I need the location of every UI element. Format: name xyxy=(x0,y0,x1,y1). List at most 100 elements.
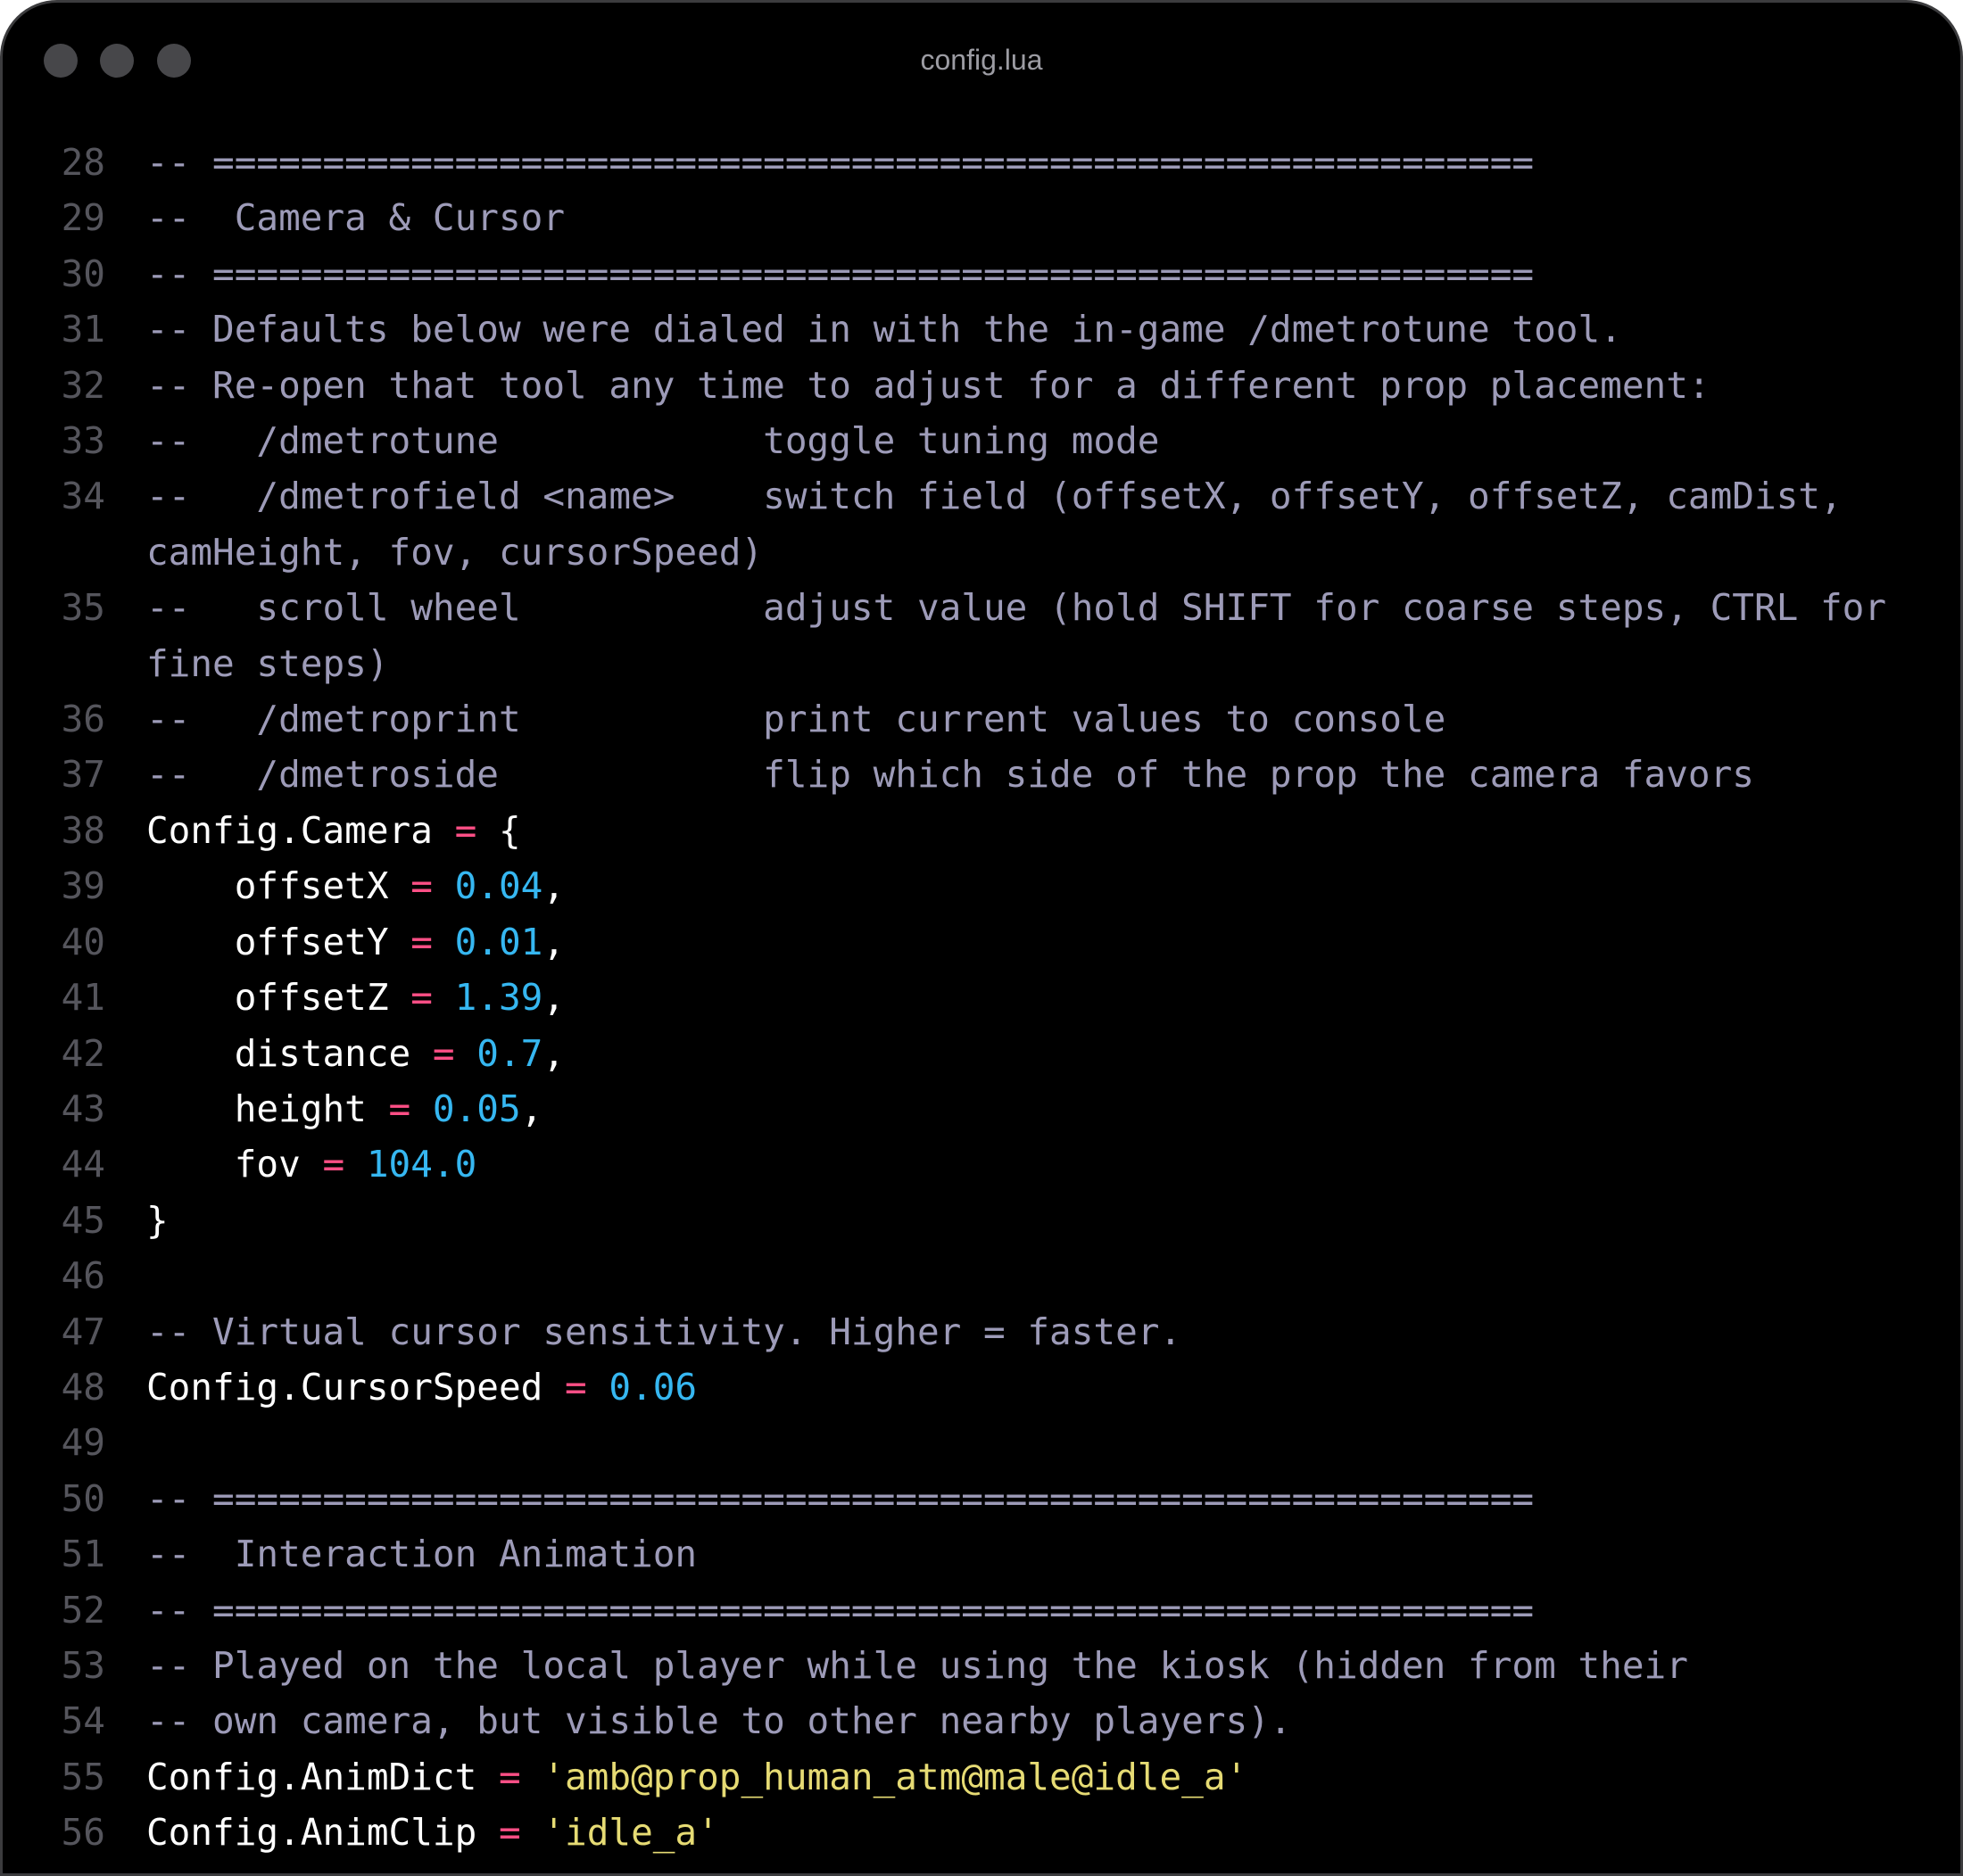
line-number: 45 xyxy=(61,1198,105,1242)
code-line[interactable]: 40 offsetY = 0.01, xyxy=(3,914,1960,970)
comment-text: -- /dmetrofield <name> switch field (off… xyxy=(146,475,1865,574)
line-number: 56 xyxy=(61,1811,105,1855)
line-number: 42 xyxy=(61,1031,105,1075)
code-line[interactable]: 35 -- scroll wheel adjust value (hold SHI… xyxy=(3,580,1960,691)
code-line[interactable]: 50 -- ===================================… xyxy=(3,1471,1960,1526)
code-line[interactable]: 42 distance = 0.7, xyxy=(3,1026,1960,1081)
operator-text: = xyxy=(432,1031,455,1075)
line-number: 38 xyxy=(61,808,105,852)
code-line[interactable]: 43 height = 0.05, xyxy=(3,1081,1960,1136)
code-line[interactable]: 31 -- Defaults below were dialed in with … xyxy=(3,302,1960,357)
number-literal: 0.01 xyxy=(454,920,543,963)
line-number: 44 xyxy=(61,1143,105,1186)
operator-text: = xyxy=(388,1087,411,1130)
code-line[interactable]: 54 -- own camera, but visible to other ne… xyxy=(3,1693,1960,1748)
line-content: Config.Camera = { xyxy=(146,803,1913,858)
punctuation-text: , xyxy=(543,976,566,1020)
line-number: 35 xyxy=(61,586,105,630)
code-line[interactable]: 41 offsetZ = 1.39, xyxy=(3,970,1960,1025)
line-number: 43 xyxy=(61,1087,105,1130)
code-line[interactable]: 47 -- Virtual cursor sensitivity. Higher … xyxy=(3,1304,1960,1359)
identifier-text: Config.CursorSpeed xyxy=(146,1365,565,1409)
code-line[interactable]: 39 offsetX = 0.04, xyxy=(3,858,1960,913)
punctuation-text xyxy=(344,1143,367,1186)
code-line[interactable]: 38 Config.Camera = { xyxy=(3,803,1960,858)
punctuation-text xyxy=(587,1366,609,1409)
comment-text: -- =====================================… xyxy=(146,252,1535,295)
line-content: -- =====================================… xyxy=(146,1471,1913,1526)
code-line[interactable]: 29 -- Camera & Cursor xyxy=(3,190,1960,245)
identifier-text: Config.Camera xyxy=(146,808,455,852)
line-content: -- Played on the local player while usin… xyxy=(146,1638,1913,1693)
line-number: 46 xyxy=(61,1254,105,1298)
operator-text: = xyxy=(498,1811,521,1855)
line-content: Config.CursorSpeed = 0.06 xyxy=(146,1359,1913,1415)
code-line[interactable]: 33 -- /dmetrotune toggle tuning mode xyxy=(3,413,1960,468)
line-number: 53 xyxy=(61,1643,105,1687)
line-content: -- /dmetroprint print current values to … xyxy=(146,691,1913,747)
comment-text: -- /dmetrotune toggle tuning mode xyxy=(146,419,1160,463)
identifier-text: fov xyxy=(146,1143,323,1186)
code-line[interactable]: 37 -- /dmetroside flip which side of the … xyxy=(3,747,1960,802)
operator-text: = xyxy=(454,808,477,852)
operator-text: = xyxy=(410,920,433,963)
line-content: distance = 0.7, xyxy=(146,1026,1913,1081)
punctuation-text: , xyxy=(543,1031,566,1075)
line-content: } xyxy=(146,1193,1913,1248)
line-content: Config.AnimDict = 'amb@prop_human_atm@ma… xyxy=(146,1749,1913,1805)
identifier-text: height xyxy=(146,1087,389,1130)
operator-text: = xyxy=(410,976,433,1020)
comment-text: -- Re-open that tool any time to adjust … xyxy=(146,363,1710,407)
code-line[interactable]: 57 xyxy=(3,1861,1960,1873)
punctuation-text xyxy=(455,1032,477,1075)
line-number: 30 xyxy=(61,252,105,295)
code-line[interactable]: 56 Config.AnimClip = 'idle_a' xyxy=(3,1805,1960,1860)
code-line[interactable]: 44 fov = 104.0 xyxy=(3,1136,1960,1192)
comment-text: -- =====================================… xyxy=(146,141,1535,184)
line-number: 32 xyxy=(61,363,105,407)
code-line[interactable]: 51 -- Interaction Animation xyxy=(3,1526,1960,1582)
code-line[interactable]: 52 -- ===================================… xyxy=(3,1583,1960,1638)
code-editor[interactable]: 28 -- ===================================… xyxy=(3,135,1960,1873)
punctuation-text xyxy=(433,976,455,1019)
punctuation-text: , xyxy=(543,864,566,908)
code-line[interactable]: 46 xyxy=(3,1248,1960,1303)
comment-text: -- Interaction Animation xyxy=(146,1533,698,1576)
code-line[interactable]: 53 -- Played on the local player while us… xyxy=(3,1638,1960,1693)
identifier-text: Config.AnimClip xyxy=(146,1811,499,1855)
line-content: height = 0.05, xyxy=(146,1081,1913,1136)
line-content: -- Virtual cursor sensitivity. Higher = … xyxy=(146,1304,1913,1359)
comment-text: -- /dmetroside flip which side of the pr… xyxy=(146,753,1754,797)
comment-text: -- own camera, but visible to other near… xyxy=(146,1699,1292,1743)
code-line[interactable]: 48 Config.CursorSpeed = 0.06 xyxy=(3,1359,1960,1415)
line-number: 29 xyxy=(61,196,105,240)
number-literal: 0.7 xyxy=(476,1031,543,1075)
editor-window: config.lua 28 -- ========================… xyxy=(0,0,1963,1876)
line-number: 33 xyxy=(61,419,105,463)
line-content: -- =====================================… xyxy=(146,135,1913,190)
punctuation-text: } xyxy=(146,1198,169,1242)
code-line[interactable]: 49 xyxy=(3,1415,1960,1470)
code-line[interactable]: 36 -- /dmetroprint print current values t… xyxy=(3,691,1960,747)
line-number: 50 xyxy=(61,1476,105,1520)
comment-text: -- =====================================… xyxy=(146,1588,1535,1632)
line-number: 57 xyxy=(3,1861,105,1873)
code-line[interactable]: 55 Config.AnimDict = 'amb@prop_human_atm@… xyxy=(3,1749,1960,1805)
identifier-text: offsetZ xyxy=(146,976,411,1020)
line-content: -- /dmetroside flip which side of the pr… xyxy=(146,747,1913,802)
code-line[interactable]: 30 -- ===================================… xyxy=(3,246,1960,302)
code-line[interactable]: 34 -- /dmetrofield <name> switch field (o… xyxy=(3,468,1960,580)
code-line[interactable]: 28 -- ===================================… xyxy=(3,135,1960,190)
comment-text: -- =====================================… xyxy=(146,1476,1535,1520)
line-number: 37 xyxy=(61,753,105,797)
line-content: -- /dmetrofield <name> switch field (off… xyxy=(146,468,1913,580)
line-number: 52 xyxy=(61,1588,105,1632)
line-content: Config.AnimClip = 'idle_a' xyxy=(146,1805,1913,1860)
code-line[interactable]: 45} xyxy=(3,1193,1960,1248)
line-number: 31 xyxy=(61,308,105,351)
punctuation-text xyxy=(521,1811,543,1854)
line-number: 40 xyxy=(61,920,105,963)
comment-text: -- scroll wheel adjust value (hold SHIFT… xyxy=(146,586,1909,685)
line-number: 39 xyxy=(61,864,105,908)
code-line[interactable]: 32 -- Re-open that tool any time to adjus… xyxy=(3,358,1960,413)
